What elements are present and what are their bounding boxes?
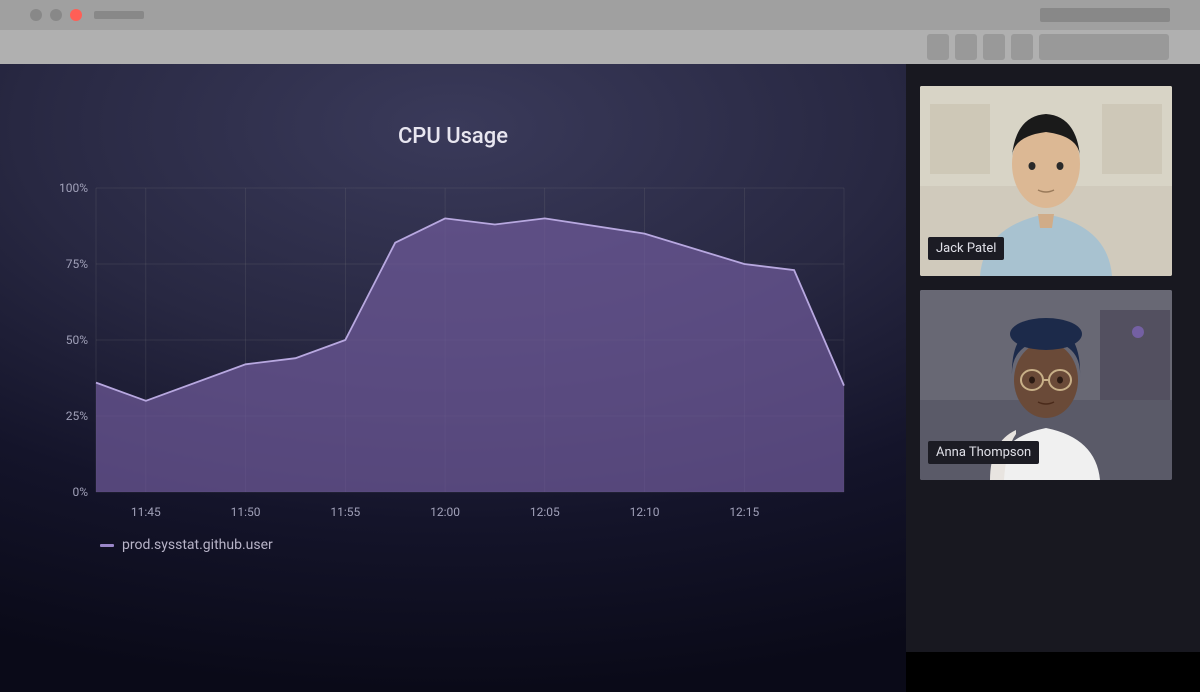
tab-bar <box>0 30 1200 64</box>
close-window-button[interactable] <box>30 9 42 21</box>
title-placeholder <box>94 11 144 19</box>
svg-text:25%: 25% <box>66 409 88 423</box>
svg-text:11:50: 11:50 <box>231 505 261 519</box>
toolbar-button[interactable] <box>1011 34 1033 60</box>
svg-text:50%: 50% <box>66 333 88 347</box>
toolbar-button[interactable] <box>983 34 1005 60</box>
window-title-bar <box>0 0 1200 30</box>
svg-text:12:00: 12:00 <box>430 505 460 519</box>
video-tile[interactable]: Anna Thompson <box>920 290 1172 480</box>
video-panel-bottom <box>906 652 1200 692</box>
chart-legend: prod.sysstat.github.user <box>100 537 273 553</box>
recording-indicator <box>70 9 82 21</box>
svg-text:75%: 75% <box>66 257 88 271</box>
chart-title: CPU Usage <box>0 124 906 149</box>
participant-name: Anna Thompson <box>928 441 1039 464</box>
svg-text:12:05: 12:05 <box>530 505 560 519</box>
toolbar-button[interactable] <box>927 34 949 60</box>
video-call-panel: Jack Patel Anna Thompson <box>906 64 1200 692</box>
video-tile[interactable]: Jack Patel <box>920 86 1172 276</box>
active-tab[interactable] <box>1039 34 1169 60</box>
svg-text:0%: 0% <box>72 485 88 499</box>
legend-swatch <box>100 544 114 547</box>
chart-panel: CPU Usage 0% 25% 50% 75% 100% 11:45 11:50 11:55… <box>0 64 906 692</box>
legend-label: prod.sysstat.github.user <box>122 537 273 553</box>
svg-text:100%: 100% <box>59 181 88 195</box>
svg-text:11:45: 11:45 <box>131 505 161 519</box>
svg-text:12:15: 12:15 <box>729 505 759 519</box>
participant-name: Jack Patel <box>928 237 1004 260</box>
cpu-usage-chart: 0% 25% 50% 75% 100% 11:45 11:50 11:55 12:00 12:05… <box>40 174 858 544</box>
window-controls <box>30 0 144 30</box>
toolbar-button[interactable] <box>955 34 977 60</box>
minimize-window-button[interactable] <box>50 9 62 21</box>
svg-text:12:10: 12:10 <box>630 505 660 519</box>
svg-text:11:55: 11:55 <box>330 505 360 519</box>
